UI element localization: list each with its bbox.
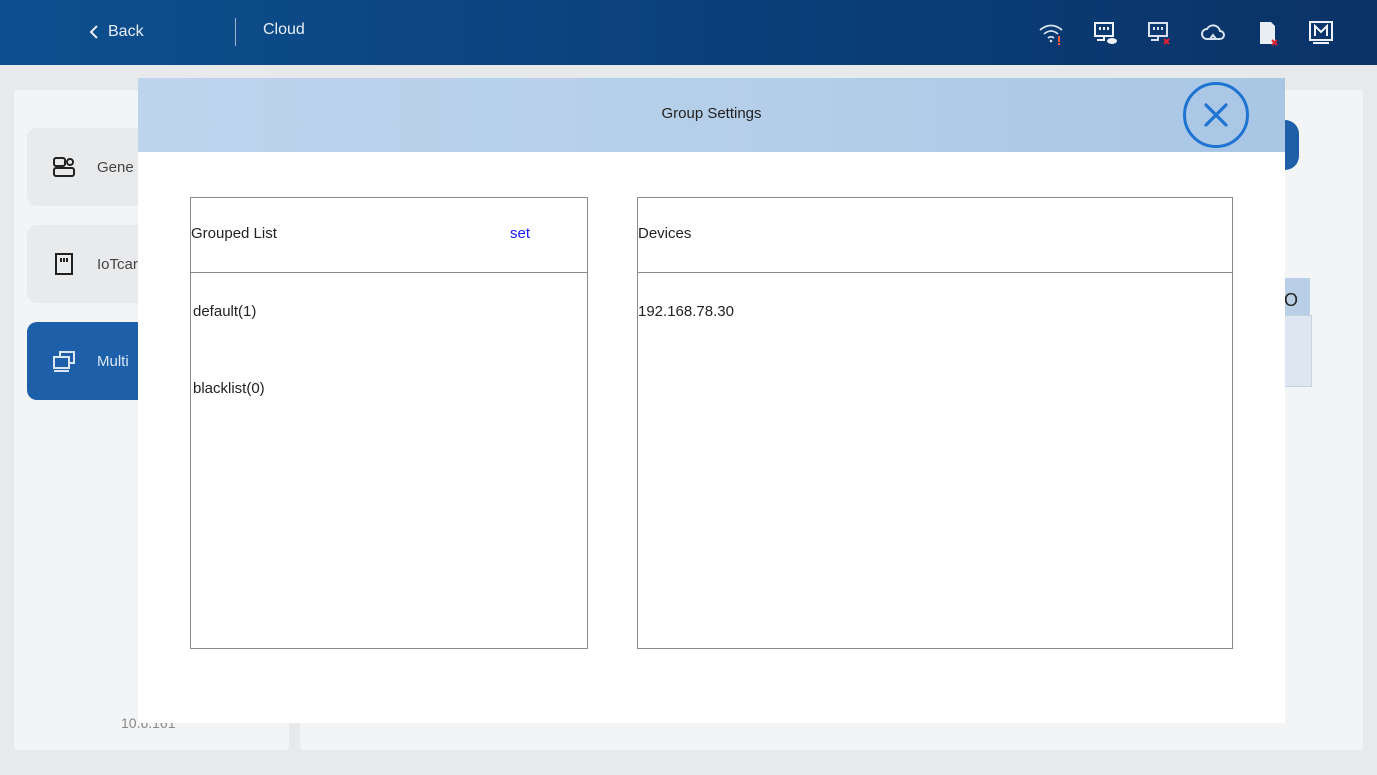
sidebar-item-label: Gene xyxy=(97,158,134,176)
close-icon xyxy=(1204,103,1228,127)
list-item[interactable]: 192.168.78.30 xyxy=(638,303,734,320)
sidebar-item-label: Multi xyxy=(97,352,129,370)
list-item[interactable]: blacklist(0) xyxy=(193,380,265,397)
dialog-header: Group Settings xyxy=(138,78,1285,152)
close-button[interactable] xyxy=(1183,82,1249,148)
wifi-alert-icon[interactable] xyxy=(1035,17,1067,49)
sidebar-item-label: IoTcar xyxy=(97,255,138,273)
general-icon xyxy=(53,157,75,177)
grouped-list-title: Grouped List xyxy=(191,225,277,242)
multi-screen-icon xyxy=(53,351,75,372)
grouped-list-header: Grouped List set xyxy=(191,198,587,273)
chevron-left-icon xyxy=(89,25,98,39)
background-table-header: O xyxy=(1284,278,1310,315)
network-cloud-icon[interactable] xyxy=(1089,17,1121,49)
top-bar: Back Cloud xyxy=(0,0,1377,65)
cloud-icon[interactable] xyxy=(1197,17,1229,49)
topbar-divider xyxy=(235,18,236,46)
grouped-list-panel: Grouped List set default(1) blacklist(0) xyxy=(190,197,588,649)
back-label: Back xyxy=(108,23,144,40)
set-link[interactable]: set xyxy=(510,225,530,242)
breadcrumb: Cloud xyxy=(263,21,305,38)
sd-card-error-icon[interactable] xyxy=(1251,17,1283,49)
m-badge-icon[interactable] xyxy=(1305,17,1337,49)
status-icons xyxy=(1035,17,1337,49)
devices-panel: Devices 192.168.78.30 xyxy=(637,197,1233,649)
back-button[interactable]: Back xyxy=(88,20,144,44)
devices-title: Devices xyxy=(638,225,692,242)
devices-header: Devices xyxy=(638,198,1232,273)
sd-card-icon xyxy=(55,253,73,275)
network-disconnected-icon[interactable] xyxy=(1143,17,1175,49)
background-table-body xyxy=(1284,315,1312,387)
list-item[interactable]: default(1) xyxy=(193,303,256,320)
dialog-title: Group Settings xyxy=(661,105,762,122)
group-settings-dialog: Group Settings Grouped List set default(… xyxy=(138,78,1285,723)
